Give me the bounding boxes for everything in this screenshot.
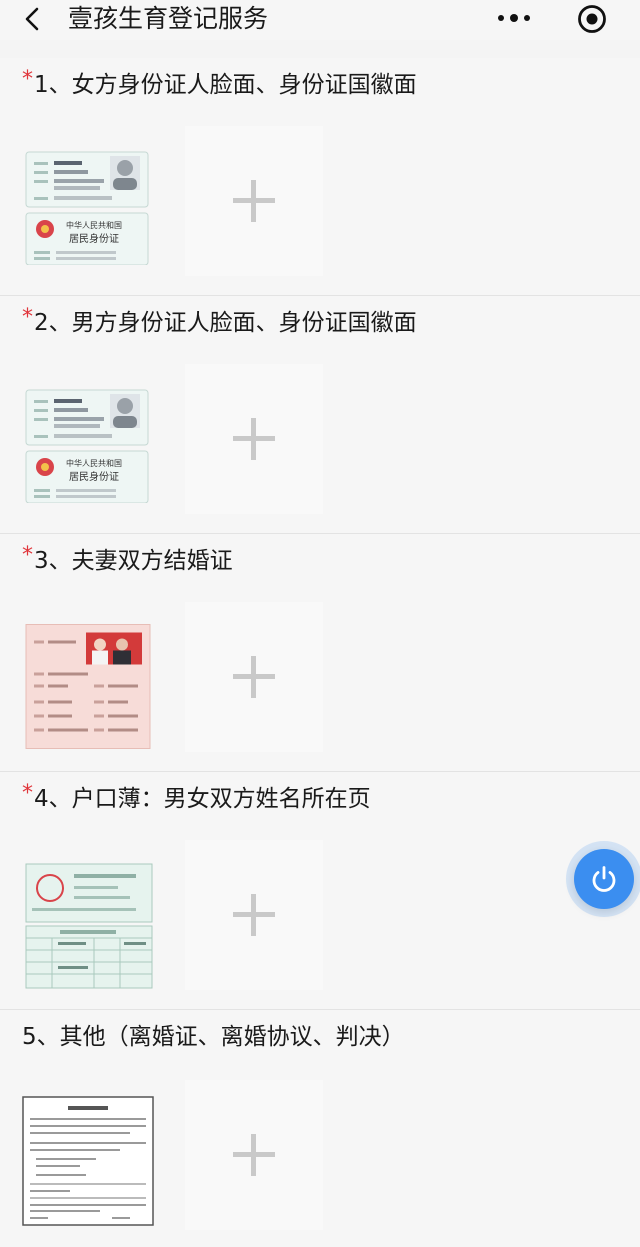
plus-icon-vertical bbox=[251, 656, 256, 698]
section-title-text: 3、夫妻双方结婚证 bbox=[34, 548, 233, 574]
section-title-text: 4、户口薄：男女双方姓名所在页 bbox=[34, 786, 371, 812]
required-star: * bbox=[22, 781, 33, 806]
section-title: *2、男方身份证人脸面、身份证国徽面 bbox=[22, 305, 417, 341]
upload-section-household-register: *4、户口薄：男女双方姓名所在页 bbox=[0, 772, 640, 1010]
plus-icon-vertical bbox=[251, 1134, 256, 1176]
page-title: 壹孩生育登记服务 bbox=[68, 4, 269, 33]
marriage-certificate-sample-image[interactable] bbox=[24, 622, 154, 750]
section-title-text: 1、女方身份证人脸面、身份证国徽面 bbox=[34, 72, 417, 98]
header-bar: 壹孩生育登记服务 bbox=[0, 0, 640, 40]
required-star: * bbox=[22, 67, 33, 92]
id-card-sample-image[interactable]: 中华人民共和国 居民身份证 bbox=[24, 138, 154, 265]
upload-button[interactable] bbox=[185, 126, 323, 276]
upload-button[interactable] bbox=[185, 840, 323, 990]
upload-button[interactable] bbox=[185, 364, 323, 514]
id-card-subtitle-text: 居民身份证 bbox=[69, 232, 119, 245]
id-card-sample-image[interactable]: 中华人民共和国 居民身份证 bbox=[24, 376, 154, 503]
id-card-title-text: 中华人民共和国 bbox=[66, 220, 122, 230]
floating-power-button[interactable] bbox=[574, 849, 634, 909]
required-star: * bbox=[22, 543, 33, 568]
plus-icon-vertical bbox=[251, 418, 256, 460]
more-dots-icon[interactable] bbox=[496, 12, 532, 24]
required-star: * bbox=[22, 305, 33, 330]
upload-section-female-id: *1、女方身份证人脸面、身份证国徽面 中华人民共和国 居民身份证 bbox=[0, 58, 640, 296]
section-title: 5、其他（离婚证、离婚协议、判决） bbox=[22, 1020, 405, 1054]
section-title-text: 2、男方身份证人脸面、身份证国徽面 bbox=[34, 310, 417, 336]
section-title: *3、夫妻双方结婚证 bbox=[22, 543, 233, 579]
upload-button[interactable] bbox=[185, 1080, 323, 1230]
household-register-sample-image[interactable] bbox=[24, 862, 154, 989]
target-icon[interactable] bbox=[576, 3, 608, 35]
plus-icon-vertical bbox=[251, 180, 256, 222]
section-title: *4、户口薄：男女双方姓名所在页 bbox=[22, 781, 371, 817]
power-icon bbox=[592, 866, 616, 892]
section-title-text: 5、其他（离婚证、离婚协议、判决） bbox=[22, 1024, 405, 1050]
divorce-document-sample-image[interactable] bbox=[22, 1096, 154, 1226]
upload-section-marriage-certificate: *3、夫妻双方结婚证 bbox=[0, 534, 640, 772]
upload-button[interactable] bbox=[185, 602, 323, 752]
id-card-title-text: 中华人民共和国 bbox=[66, 458, 122, 468]
section-title: *1、女方身份证人脸面、身份证国徽面 bbox=[22, 67, 417, 103]
upload-section-other-documents: 5、其他（离婚证、离婚协议、判决） bbox=[0, 1010, 640, 1247]
id-card-subtitle-text: 居民身份证 bbox=[69, 470, 119, 483]
plus-icon-vertical bbox=[251, 894, 256, 936]
chevron-left-icon[interactable] bbox=[20, 6, 46, 32]
upload-section-male-id: *2、男方身份证人脸面、身份证国徽面 中华人民共和国 居民身份证 bbox=[0, 296, 640, 534]
